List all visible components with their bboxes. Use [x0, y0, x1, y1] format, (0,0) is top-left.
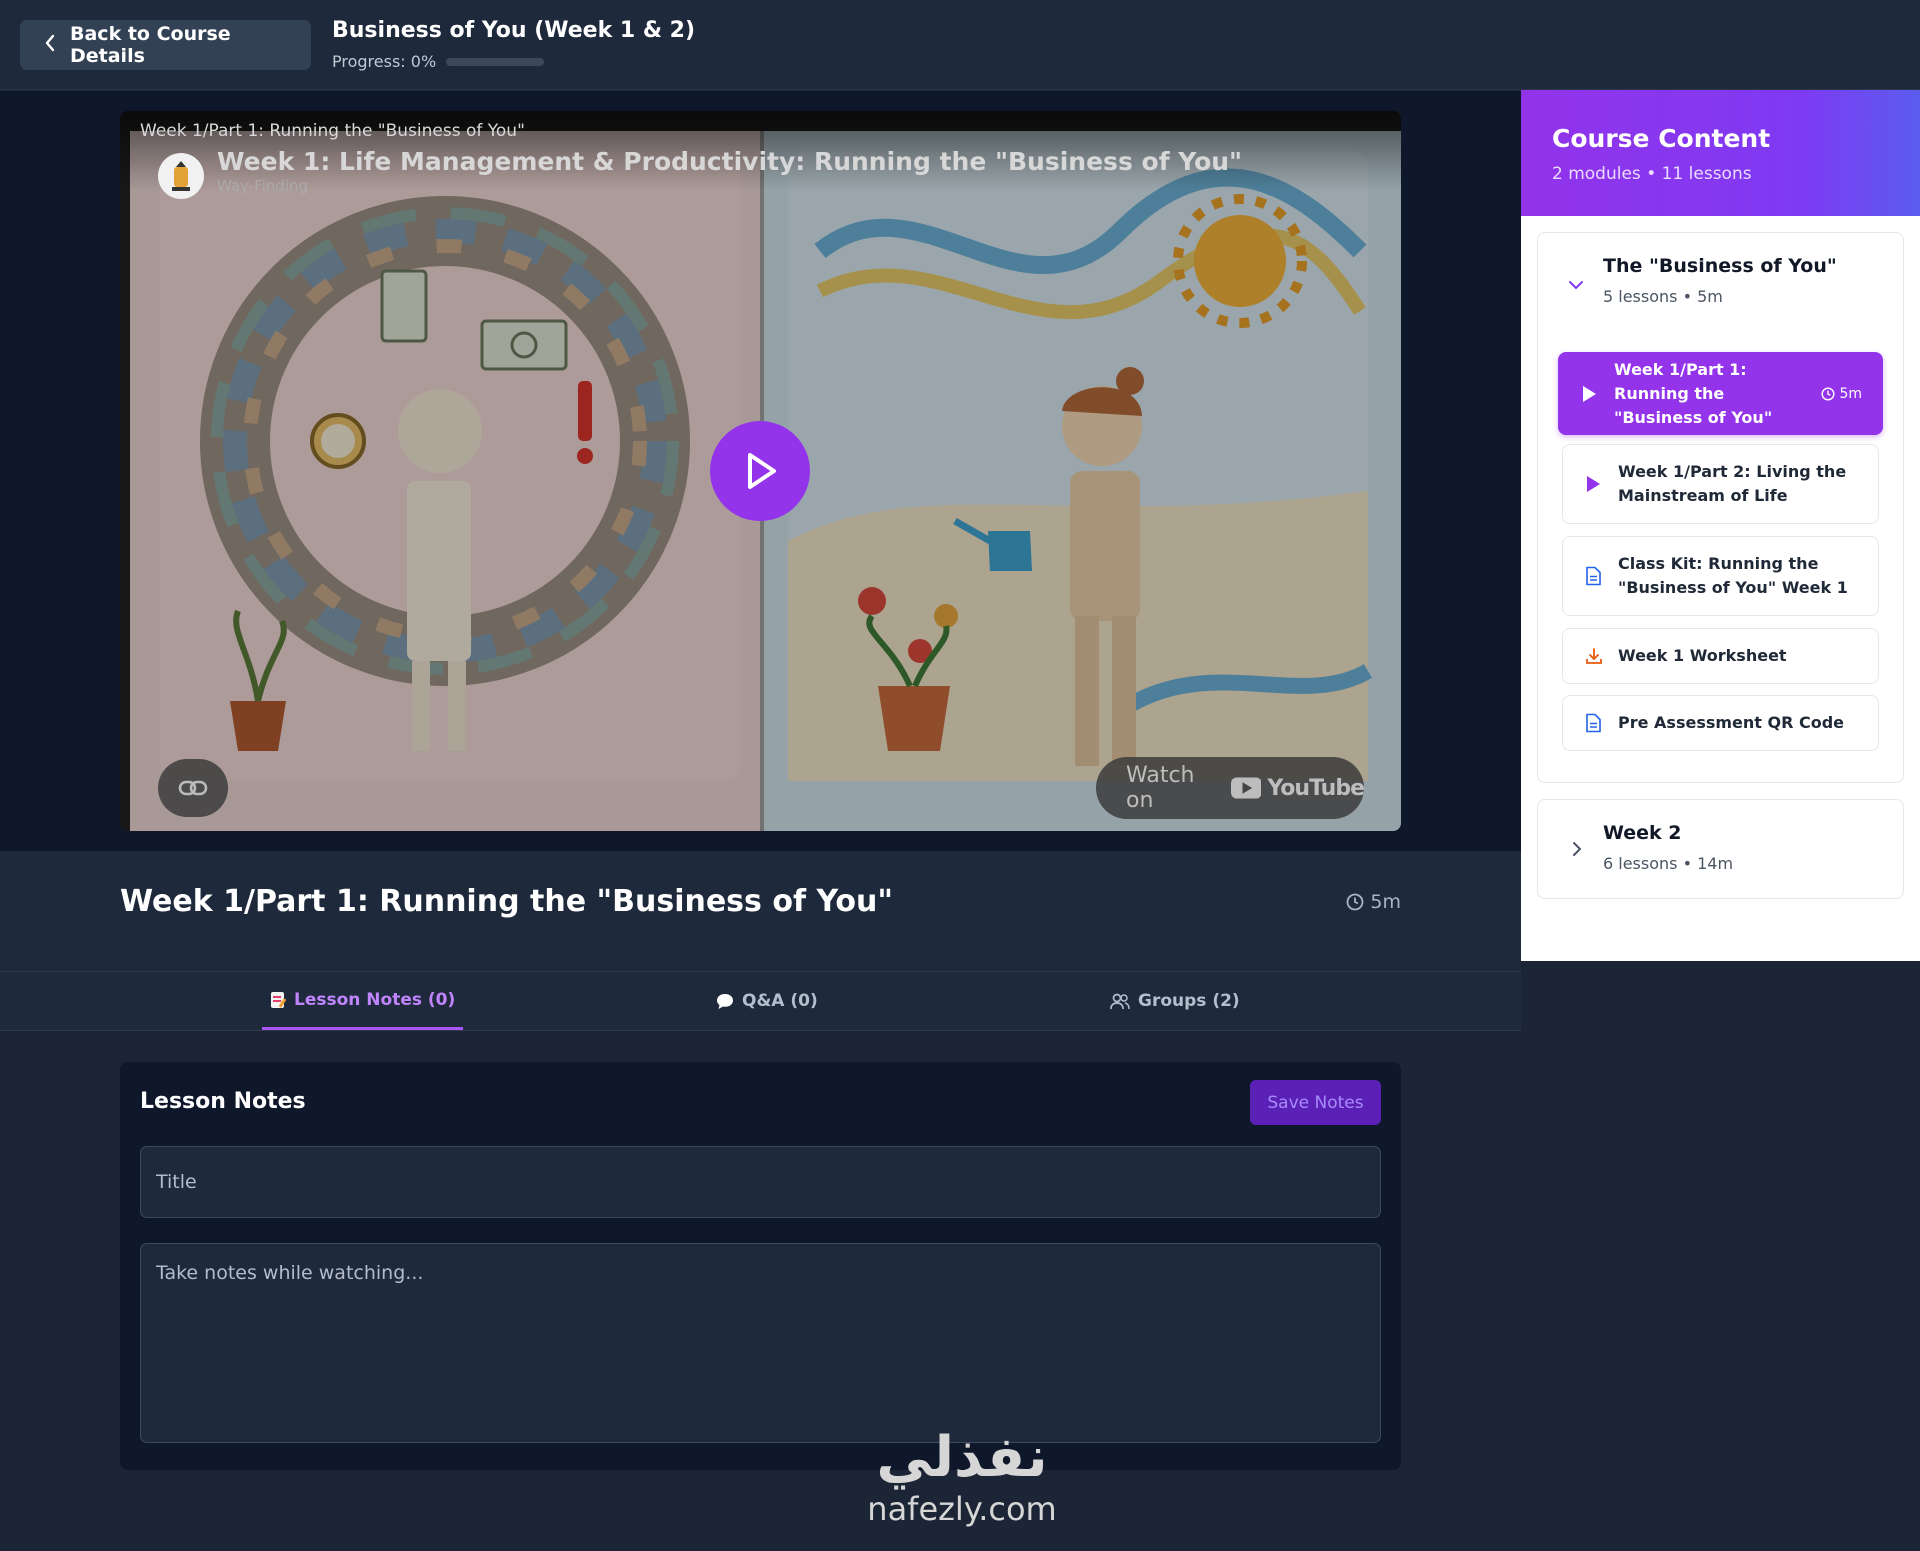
lesson-title: Week 1/Part 1: Running the "Business of …: [120, 884, 894, 919]
lesson-item-label: Class Kit: Running the "Business of You"…: [1618, 554, 1848, 597]
video-title[interactable]: Week 1: Life Management & Productivity: …: [217, 147, 1242, 176]
tab-groups[interactable]: Groups (2): [1102, 972, 1248, 1030]
lesson-item-label: Week 1/Part 1: Running the "Business of …: [1614, 359, 1773, 427]
chevron-left-icon: [44, 34, 56, 56]
lesson-tabs: Lesson Notes (0) Q&A (0) Groups (2): [0, 971, 1521, 1031]
lesson-item[interactable]: Week 1 Worksheet: [1562, 628, 1879, 684]
play-icon: [1585, 475, 1601, 493]
module-meta: 6 lessons • 14m: [1603, 854, 1734, 873]
youtube-logo-icon: [1230, 777, 1262, 799]
module-week-2: Week 2 6 lessons • 14m: [1537, 799, 1904, 899]
watch-on-youtube-button[interactable]: Watch on YouTube: [1096, 757, 1365, 819]
lesson-duration-value: 5m: [1370, 891, 1401, 913]
lesson-item[interactable]: Pre Assessment QR Code: [1562, 695, 1879, 751]
chat-icon: [717, 993, 733, 1009]
lesson-item-duration: 5m: [1821, 386, 1862, 402]
module-business-of-you: The "Business of You" 5 lessons • 5m Wee…: [1537, 232, 1904, 783]
video-lesson-title: Week 1/Part 1: Running the "Business of …: [140, 121, 525, 141]
download-icon: [1585, 647, 1603, 665]
video-stage: Week 1: Life Management & Productivity: …: [0, 91, 1521, 851]
module-meta: 5 lessons • 5m: [1603, 287, 1723, 306]
play-button[interactable]: [710, 421, 810, 521]
note-title-input[interactable]: [140, 1146, 1381, 1218]
lesson-notes-panel: Lesson Notes Save Notes: [120, 1062, 1401, 1470]
document-icon: [1585, 566, 1601, 586]
chevron-right-icon: [1572, 841, 1582, 861]
watermark: نفذلي nafezly.com: [852, 1425, 1072, 1529]
module-header[interactable]: Week 2 6 lessons • 14m: [1538, 800, 1903, 900]
users-icon: [1110, 993, 1130, 1009]
tab-lesson-notes-label: Lesson Notes (0): [294, 989, 456, 1010]
course-title: Business of You (Week 1 & 2): [332, 18, 696, 43]
lesson-item-label: Pre Assessment QR Code: [1618, 713, 1845, 732]
tab-qa[interactable]: Q&A (0): [708, 972, 826, 1030]
lesson-item-label: Week 1/Part 2: Living the Mainstream of …: [1618, 462, 1847, 505]
module-title: Week 2: [1603, 822, 1682, 844]
notes-heading: Lesson Notes: [140, 1089, 306, 1114]
sidebar-header: Course Content 2 modules • 11 lessons: [1521, 90, 1920, 216]
tab-qa-label: Q&A (0): [742, 991, 818, 1011]
save-notes-button[interactable]: Save Notes: [1250, 1080, 1381, 1125]
lesson-item[interactable]: Week 1/Part 2: Living the Mainstream of …: [1562, 444, 1879, 524]
progress-bar: [446, 57, 545, 66]
top-bar: Back to Course Details Business of You (…: [0, 0, 1920, 90]
progress-label: Progress: 0%: [332, 52, 437, 71]
tab-groups-label: Groups (2): [1138, 991, 1240, 1011]
link-icon: [178, 780, 208, 796]
note-body-textarea[interactable]: [140, 1243, 1381, 1443]
course-content-sidebar: Course Content 2 modules • 11 lessons Th…: [1521, 90, 1920, 961]
video-channel-name[interactable]: Way-Finding: [217, 177, 308, 195]
play-icon: [1581, 385, 1597, 403]
watermark-latin: nafezly.com: [867, 1490, 1057, 1528]
tab-lesson-notes[interactable]: Lesson Notes (0): [262, 972, 464, 1030]
copy-link-button[interactable]: [158, 759, 228, 817]
notes-icon: [271, 991, 286, 1008]
channel-avatar[interactable]: [158, 153, 204, 199]
document-icon: [1585, 713, 1601, 733]
clock-icon: [1821, 386, 1835, 401]
module-header[interactable]: The "Business of You" 5 lessons • 5m: [1538, 233, 1903, 333]
progress: Progress: 0%: [332, 52, 545, 71]
back-to-course-button[interactable]: Back to Course Details: [20, 20, 311, 70]
sidebar-title: Course Content: [1552, 124, 1771, 153]
clock-icon: [1346, 893, 1364, 911]
sidebar-subtitle: 2 modules • 11 lessons: [1552, 164, 1752, 184]
watermark-arabic: نفذلي: [876, 1425, 1048, 1490]
lesson-item[interactable]: Class Kit: Running the "Business of You"…: [1562, 536, 1879, 616]
back-button-label: Back to Course Details: [70, 23, 231, 67]
watch-on-label: Watch on: [1126, 763, 1195, 813]
lesson-item-label: Week 1 Worksheet: [1618, 646, 1787, 665]
lesson-header: Week 1/Part 1: Running the "Business of …: [0, 851, 1521, 971]
module-title: The "Business of You": [1603, 255, 1837, 277]
chevron-down-icon: [1568, 275, 1584, 294]
video-player[interactable]: Week 1: Life Management & Productivity: …: [120, 111, 1401, 831]
lesson-duration: 5m: [1346, 891, 1401, 913]
lesson-item-duration-value: 5m: [1839, 385, 1862, 402]
play-icon: [748, 453, 776, 489]
youtube-brand-label: YouTube: [1267, 775, 1365, 801]
lesson-item[interactable]: Week 1/Part 1: Running the "Business of …: [1558, 352, 1883, 435]
